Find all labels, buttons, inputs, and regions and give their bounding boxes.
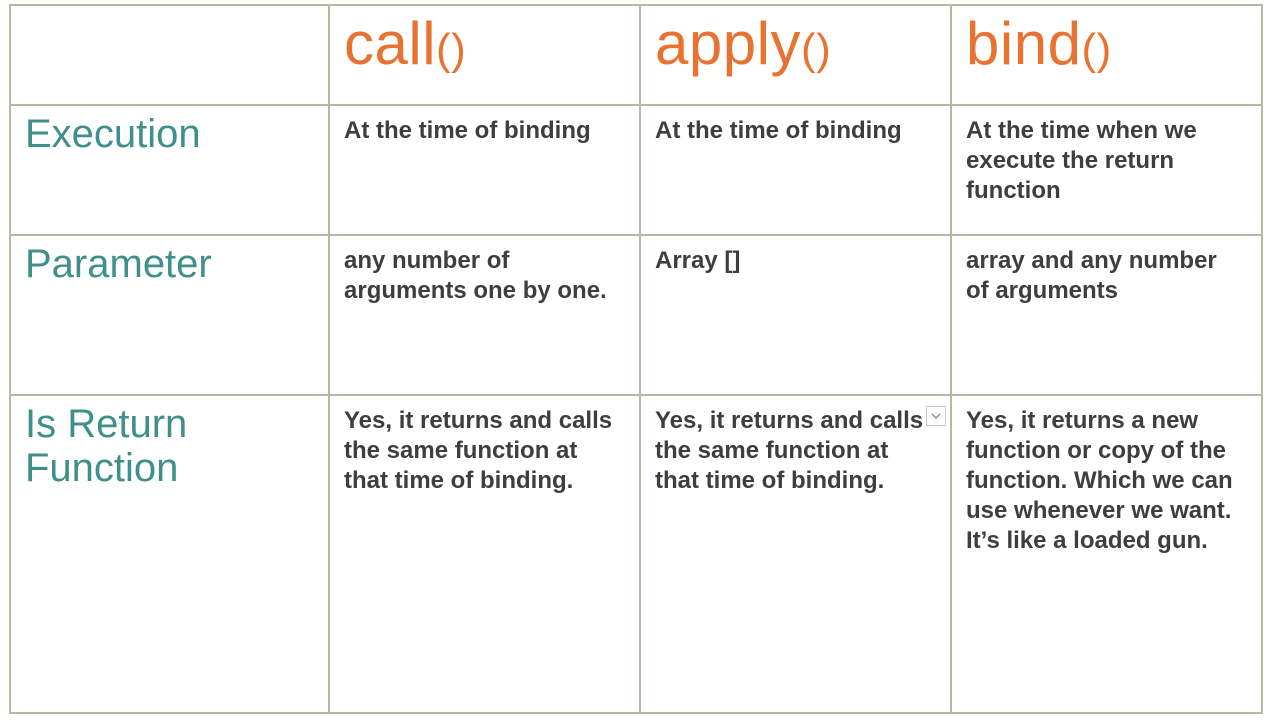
row-execution-label: Execution: [11, 106, 328, 156]
cell-parameter-call: any number of arguments one by one.: [329, 235, 640, 395]
cell-execution-call: At the time of binding: [329, 105, 640, 235]
comparison-table-holder: call() apply() bind() Execution: [9, 4, 1261, 714]
header-call: call(): [329, 5, 640, 105]
chevron-down-icon[interactable]: [926, 406, 946, 426]
bind-name: bind: [966, 10, 1081, 77]
cell-return-bind: Yes, it returns a new function or copy o…: [951, 395, 1262, 713]
cell-return-call: Yes, it returns and calls the same funct…: [329, 395, 640, 713]
row-return-label-cell: Is Return Function: [10, 395, 329, 713]
call-parens: (): [436, 25, 466, 74]
row-execution-label-cell: Execution: [10, 105, 329, 235]
call-name: call: [344, 10, 436, 77]
row-execution: Execution At the time of binding At the …: [10, 105, 1262, 235]
header-apply: apply(): [640, 5, 951, 105]
apply-name: apply: [655, 10, 801, 77]
comparison-table: call() apply() bind() Execution: [9, 4, 1263, 714]
cell-parameter-apply: Array []: [640, 235, 951, 395]
apply-parens: (): [801, 25, 831, 74]
table-header-row: call() apply() bind(): [10, 5, 1262, 105]
row-parameter: Parameter any number of arguments one by…: [10, 235, 1262, 395]
header-bind: bind(): [951, 5, 1262, 105]
cell-parameter-bind: array and any number of arguments: [951, 235, 1262, 395]
cell-execution-apply: At the time of binding: [640, 105, 951, 235]
bind-parens: (): [1081, 25, 1111, 74]
row-return-label: Is Return Function: [11, 396, 328, 490]
cell-execution-bind: At the time when we execute the return f…: [951, 105, 1262, 235]
header-empty-cell: [10, 5, 329, 105]
cell-return-apply: Yes, it returns and calls the same funct…: [640, 395, 951, 713]
row-parameter-label: Parameter: [11, 236, 328, 286]
row-return: Is Return Function Yes, it returns and c…: [10, 395, 1262, 713]
row-parameter-label-cell: Parameter: [10, 235, 329, 395]
